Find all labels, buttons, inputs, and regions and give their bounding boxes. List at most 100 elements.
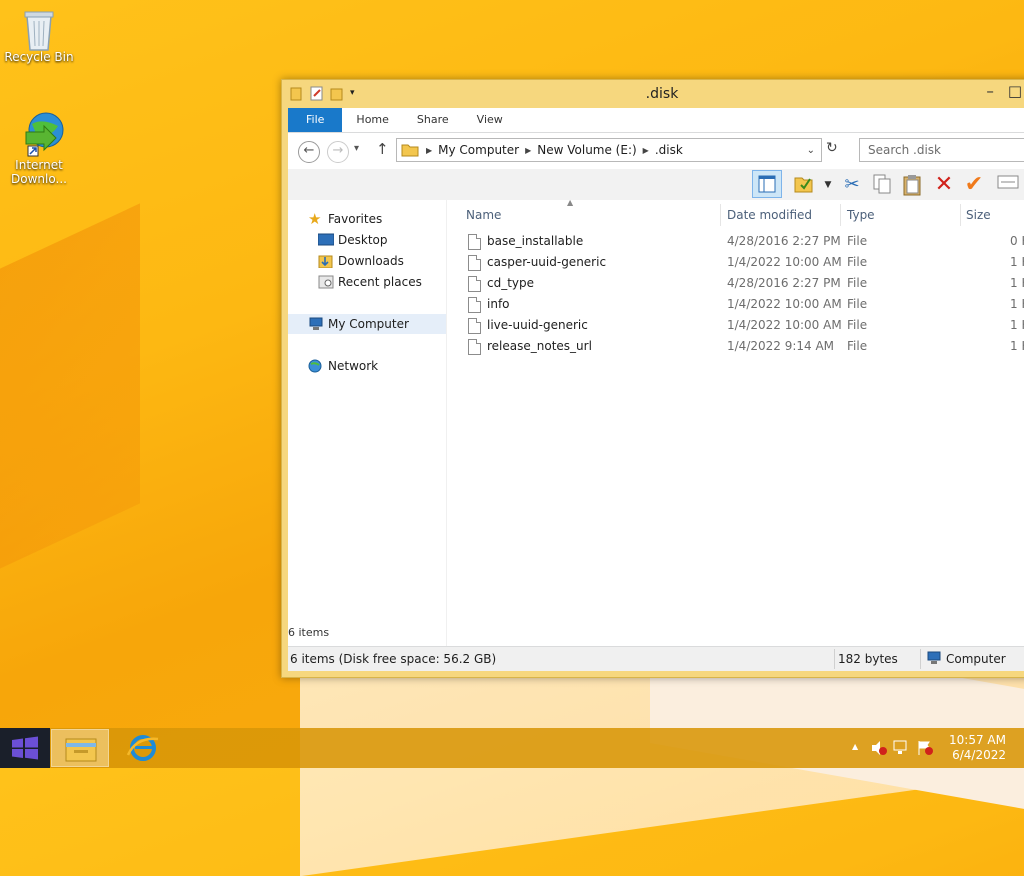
action-center-flag-icon[interactable] xyxy=(916,740,934,756)
column-header-type[interactable]: Type xyxy=(847,204,875,226)
column-header-name[interactable]: Name xyxy=(466,204,501,226)
recent-locations-button[interactable]: ▾ xyxy=(354,143,359,154)
maximize-button[interactable]: □ xyxy=(1008,82,1022,100)
tab-file[interactable]: File xyxy=(288,108,343,132)
clock-date: 6/4/2022 xyxy=(952,748,1006,762)
clock[interactable]: 10:57 AM 6/4/2022 xyxy=(949,733,1006,763)
desktop-icon xyxy=(318,233,334,246)
cut-icon[interactable]: ✂ xyxy=(840,173,864,197)
file-icon xyxy=(468,255,481,271)
window-title: .disk xyxy=(645,86,679,102)
folder-check-icon xyxy=(794,177,813,193)
downloads-icon xyxy=(318,255,333,268)
tab-share[interactable]: Share xyxy=(403,108,463,132)
file-icon xyxy=(468,318,481,334)
nav-favorites[interactable]: ★ Favorites xyxy=(288,209,446,229)
tray-overflow-icon[interactable]: ▲ xyxy=(852,742,858,751)
preview-pane-button[interactable] xyxy=(752,170,782,198)
desktop-shape xyxy=(0,203,140,597)
copy-icon[interactable] xyxy=(870,173,894,197)
file-icon xyxy=(468,339,481,355)
select-folder-button[interactable] xyxy=(792,173,816,197)
up-button[interactable]: ↑ xyxy=(376,140,389,158)
search-input[interactable]: Search .disk xyxy=(859,138,1024,162)
status-divider xyxy=(834,649,835,669)
recent-places-icon xyxy=(318,275,334,289)
start-button[interactable] xyxy=(0,728,50,768)
column-header-date-modified[interactable]: Date modified xyxy=(727,204,812,226)
tab-home[interactable]: Home xyxy=(342,108,402,132)
content-area: ★ Favorites Desktop Downloads Recent pla… xyxy=(288,198,1024,646)
breadcrumb-disk[interactable]: .disk xyxy=(649,143,689,157)
file-row[interactable]: info 1/4/2022 10:00 AM File 1 KB xyxy=(446,294,1024,315)
sort-arrow-icon: ▲ xyxy=(567,198,574,207)
desktop-icon-internet-download-manager[interactable]: Internet Downlo... xyxy=(4,110,74,186)
nav-network[interactable]: Network xyxy=(288,356,446,376)
star-icon: ★ xyxy=(308,210,322,228)
network-icon xyxy=(308,359,322,373)
taskbar-internet-explorer[interactable] xyxy=(114,729,172,767)
computer-icon xyxy=(927,651,941,664)
rename-check-icon[interactable]: ✔ xyxy=(962,173,986,197)
column-divider[interactable] xyxy=(720,204,721,226)
column-divider[interactable] xyxy=(840,204,841,226)
globe-download-icon xyxy=(18,110,64,157)
desktop-icon-label: Internet Downlo... xyxy=(11,158,67,186)
status-text: 6 items (Disk free space: 56.2 GB) xyxy=(290,652,497,666)
breadcrumb-new-volume[interactable]: New Volume (E:) xyxy=(531,143,642,157)
desktop-icon-label: Recycle Bin xyxy=(4,50,74,64)
file-explorer-icon xyxy=(65,738,97,762)
item-count: 6 items xyxy=(288,626,330,639)
file-icon xyxy=(468,276,481,292)
properties-icon[interactable] xyxy=(996,173,1020,197)
forward-button[interactable]: → xyxy=(327,141,349,163)
internet-explorer-icon xyxy=(126,735,159,761)
nav-desktop[interactable]: Desktop xyxy=(288,230,446,250)
network-status-icon[interactable] xyxy=(892,740,910,756)
file-row[interactable]: release_notes_url 1/4/2022 9:14 AM File … xyxy=(446,336,1024,357)
navigation-pane: ★ Favorites Desktop Downloads Recent pla… xyxy=(288,200,447,646)
nav-recent-places[interactable]: Recent places xyxy=(288,272,446,292)
clock-time: 10:57 AM xyxy=(949,733,1006,747)
minimize-button[interactable]: – xyxy=(986,82,994,100)
file-list: ▲ Name Date modified Type Size base_inst… xyxy=(446,198,1024,646)
status-bar: 6 items (Disk free space: 56.2 GB) 182 b… xyxy=(288,646,1024,671)
column-divider[interactable] xyxy=(960,204,961,226)
file-icon xyxy=(468,234,481,250)
windows-logo-icon xyxy=(12,736,38,760)
system-tray: ▲ 10:57 AM 6/4/2022 xyxy=(844,728,1024,768)
breadcrumb-my-computer[interactable]: My Computer xyxy=(432,143,525,157)
nav-my-computer[interactable]: My Computer xyxy=(288,314,446,334)
layout-pane-icon xyxy=(758,175,776,193)
title-bar[interactable]: ▾ .disk – □ xyxy=(282,80,1024,108)
file-icon xyxy=(468,297,481,313)
desktop-icon-recycle-bin[interactable]: Recycle Bin xyxy=(4,6,74,64)
address-dropdown-icon[interactable]: ⌄ xyxy=(807,145,815,156)
taskbar-file-explorer[interactable] xyxy=(51,729,109,767)
volume-muted-icon[interactable] xyxy=(870,740,888,756)
command-toolbar: ▼ ✂ ✕ ✔ xyxy=(288,169,1024,201)
status-divider xyxy=(920,649,921,669)
nav-downloads[interactable]: Downloads xyxy=(288,251,446,271)
address-row: ← → ▾ ↑ ▶ My Computer ▶ New Volume (E:) … xyxy=(288,133,1024,169)
column-header-size[interactable]: Size xyxy=(966,204,991,226)
ribbon-tabs: File Home Share View xyxy=(288,108,1024,133)
delete-icon[interactable]: ✕ xyxy=(932,173,956,197)
window-controls: – □ xyxy=(986,82,1022,100)
computer-icon xyxy=(309,317,323,330)
organize-dropdown-icon[interactable]: ▼ xyxy=(816,173,840,197)
file-row[interactable]: casper-uuid-generic 1/4/2022 10:00 AM Fi… xyxy=(446,252,1024,273)
status-bytes: 182 bytes xyxy=(838,652,898,666)
back-button[interactable]: ← xyxy=(298,141,320,163)
tab-view[interactable]: View xyxy=(463,108,517,132)
file-row[interactable]: base_installable 4/28/2016 2:27 PM File … xyxy=(446,231,1024,252)
address-bar[interactable]: ▶ My Computer ▶ New Volume (E:) ▶ .disk … xyxy=(396,138,822,162)
folder-icon xyxy=(401,144,419,157)
refresh-button[interactable]: ↻ xyxy=(826,140,838,156)
file-row[interactable]: cd_type 4/28/2016 2:27 PM File 1 KB xyxy=(446,273,1024,294)
explorer-window[interactable]: ▾ .disk – □ File Home Share View ← → ▾ ↑… xyxy=(281,79,1024,678)
taskbar: ▲ 10:57 AM 6/4/2022 xyxy=(0,728,1024,768)
status-location: Computer xyxy=(946,652,1006,666)
paste-icon[interactable] xyxy=(900,173,924,197)
file-row[interactable]: live-uuid-generic 1/4/2022 10:00 AM File… xyxy=(446,315,1024,336)
